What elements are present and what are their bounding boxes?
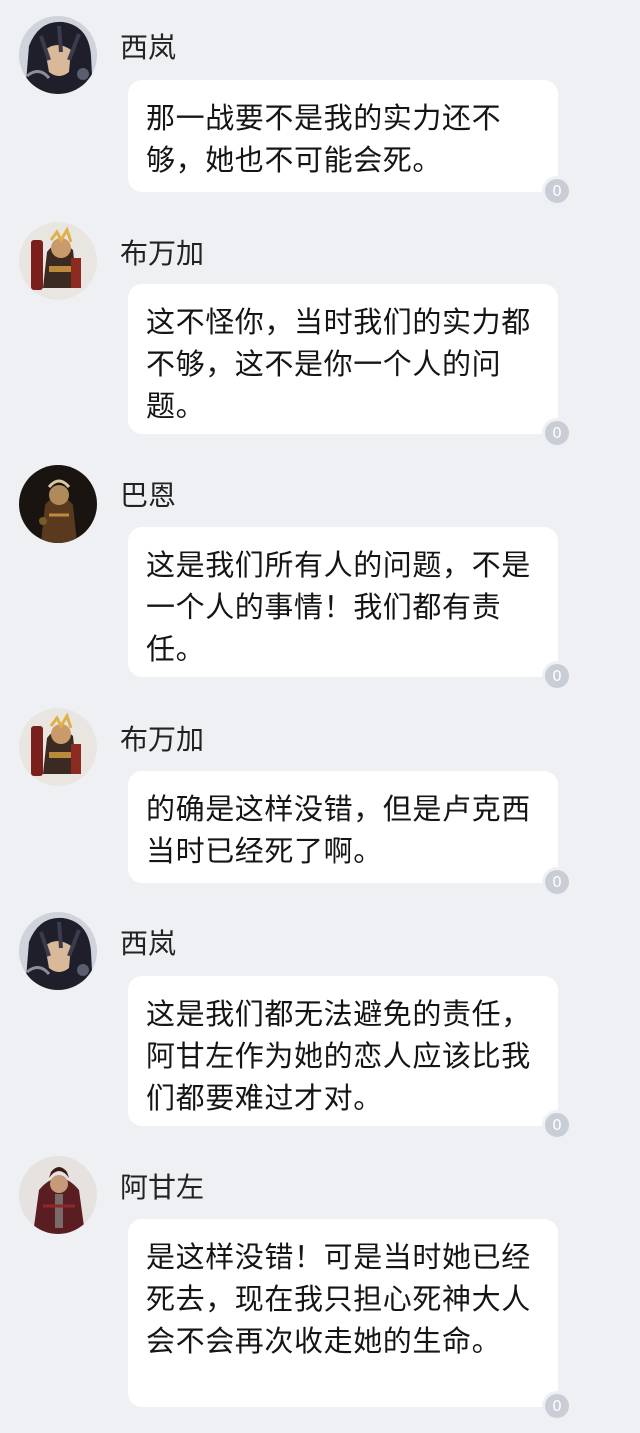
message-bubble[interactable]: 的确是这样没错，但是卢克西当时已经死了啊。 0 xyxy=(128,771,572,897)
chat-thread: 西岚 那一战要不是我的实力还不够，她也不可能会死。 0 布万加 这不怪你，当时我… xyxy=(0,0,640,1433)
sender-name: 阿甘左 xyxy=(120,1171,205,1204)
buwanjia-avatar-icon[interactable] xyxy=(19,708,97,786)
read-count-badge: 0 xyxy=(542,1391,572,1421)
buwanjia-avatar-icon[interactable] xyxy=(19,222,97,300)
xilan-avatar-icon[interactable] xyxy=(19,912,97,990)
sender-name: 巴恩 xyxy=(120,479,177,512)
read-count-badge: 0 xyxy=(542,661,572,691)
read-count-badge: 0 xyxy=(542,1110,572,1140)
message-text: 是这样没错！可是当时她已经死去，现在我只担心死神大人会不会再次收走她的生命。 xyxy=(146,1240,531,1358)
read-count-badge: 0 xyxy=(542,867,572,897)
message-bubble[interactable]: 这是我们所有人的问题，不是一个人的事情！我们都有责任。 0 xyxy=(128,527,572,691)
message-text: 那一战要不是我的实力还不够，她也不可能会死。 xyxy=(146,101,502,177)
message-bubble[interactable]: 那一战要不是我的实力还不够，她也不可能会死。 0 xyxy=(128,80,572,206)
xilan-avatar-icon[interactable] xyxy=(19,16,97,94)
read-count-badge: 0 xyxy=(542,176,572,206)
baen-avatar-icon[interactable] xyxy=(19,465,97,543)
message-text: 的确是这样没错，但是卢克西当时已经死了啊。 xyxy=(146,792,531,868)
sender-name: 布万加 xyxy=(120,237,205,270)
message-text: 这不怪你，当时我们的实力都不够，这不是你一个人的问题。 xyxy=(146,305,531,423)
sender-name: 西岚 xyxy=(120,31,177,64)
message-bubble[interactable]: 这是我们都无法避免的责任，阿甘左作为她的恋人应该比我们都要难过才对。 0 xyxy=(128,976,572,1140)
read-count-badge: 0 xyxy=(542,418,572,448)
message-bubble[interactable]: 这不怪你，当时我们的实力都不够，这不是你一个人的问题。 0 xyxy=(128,284,572,448)
sender-name: 布万加 xyxy=(120,723,205,756)
message-text: 这是我们所有人的问题，不是一个人的事情！我们都有责任。 xyxy=(146,548,531,666)
message-text: 这是我们都无法避免的责任，阿甘左作为她的恋人应该比我们都要难过才对。 xyxy=(146,997,531,1115)
message-bubble[interactable]: 是这样没错！可是当时她已经死去，现在我只担心死神大人会不会再次收走她的生命。 0 xyxy=(128,1219,572,1421)
aganzuo-avatar-icon[interactable] xyxy=(19,1156,97,1234)
sender-name: 西岚 xyxy=(120,927,177,960)
